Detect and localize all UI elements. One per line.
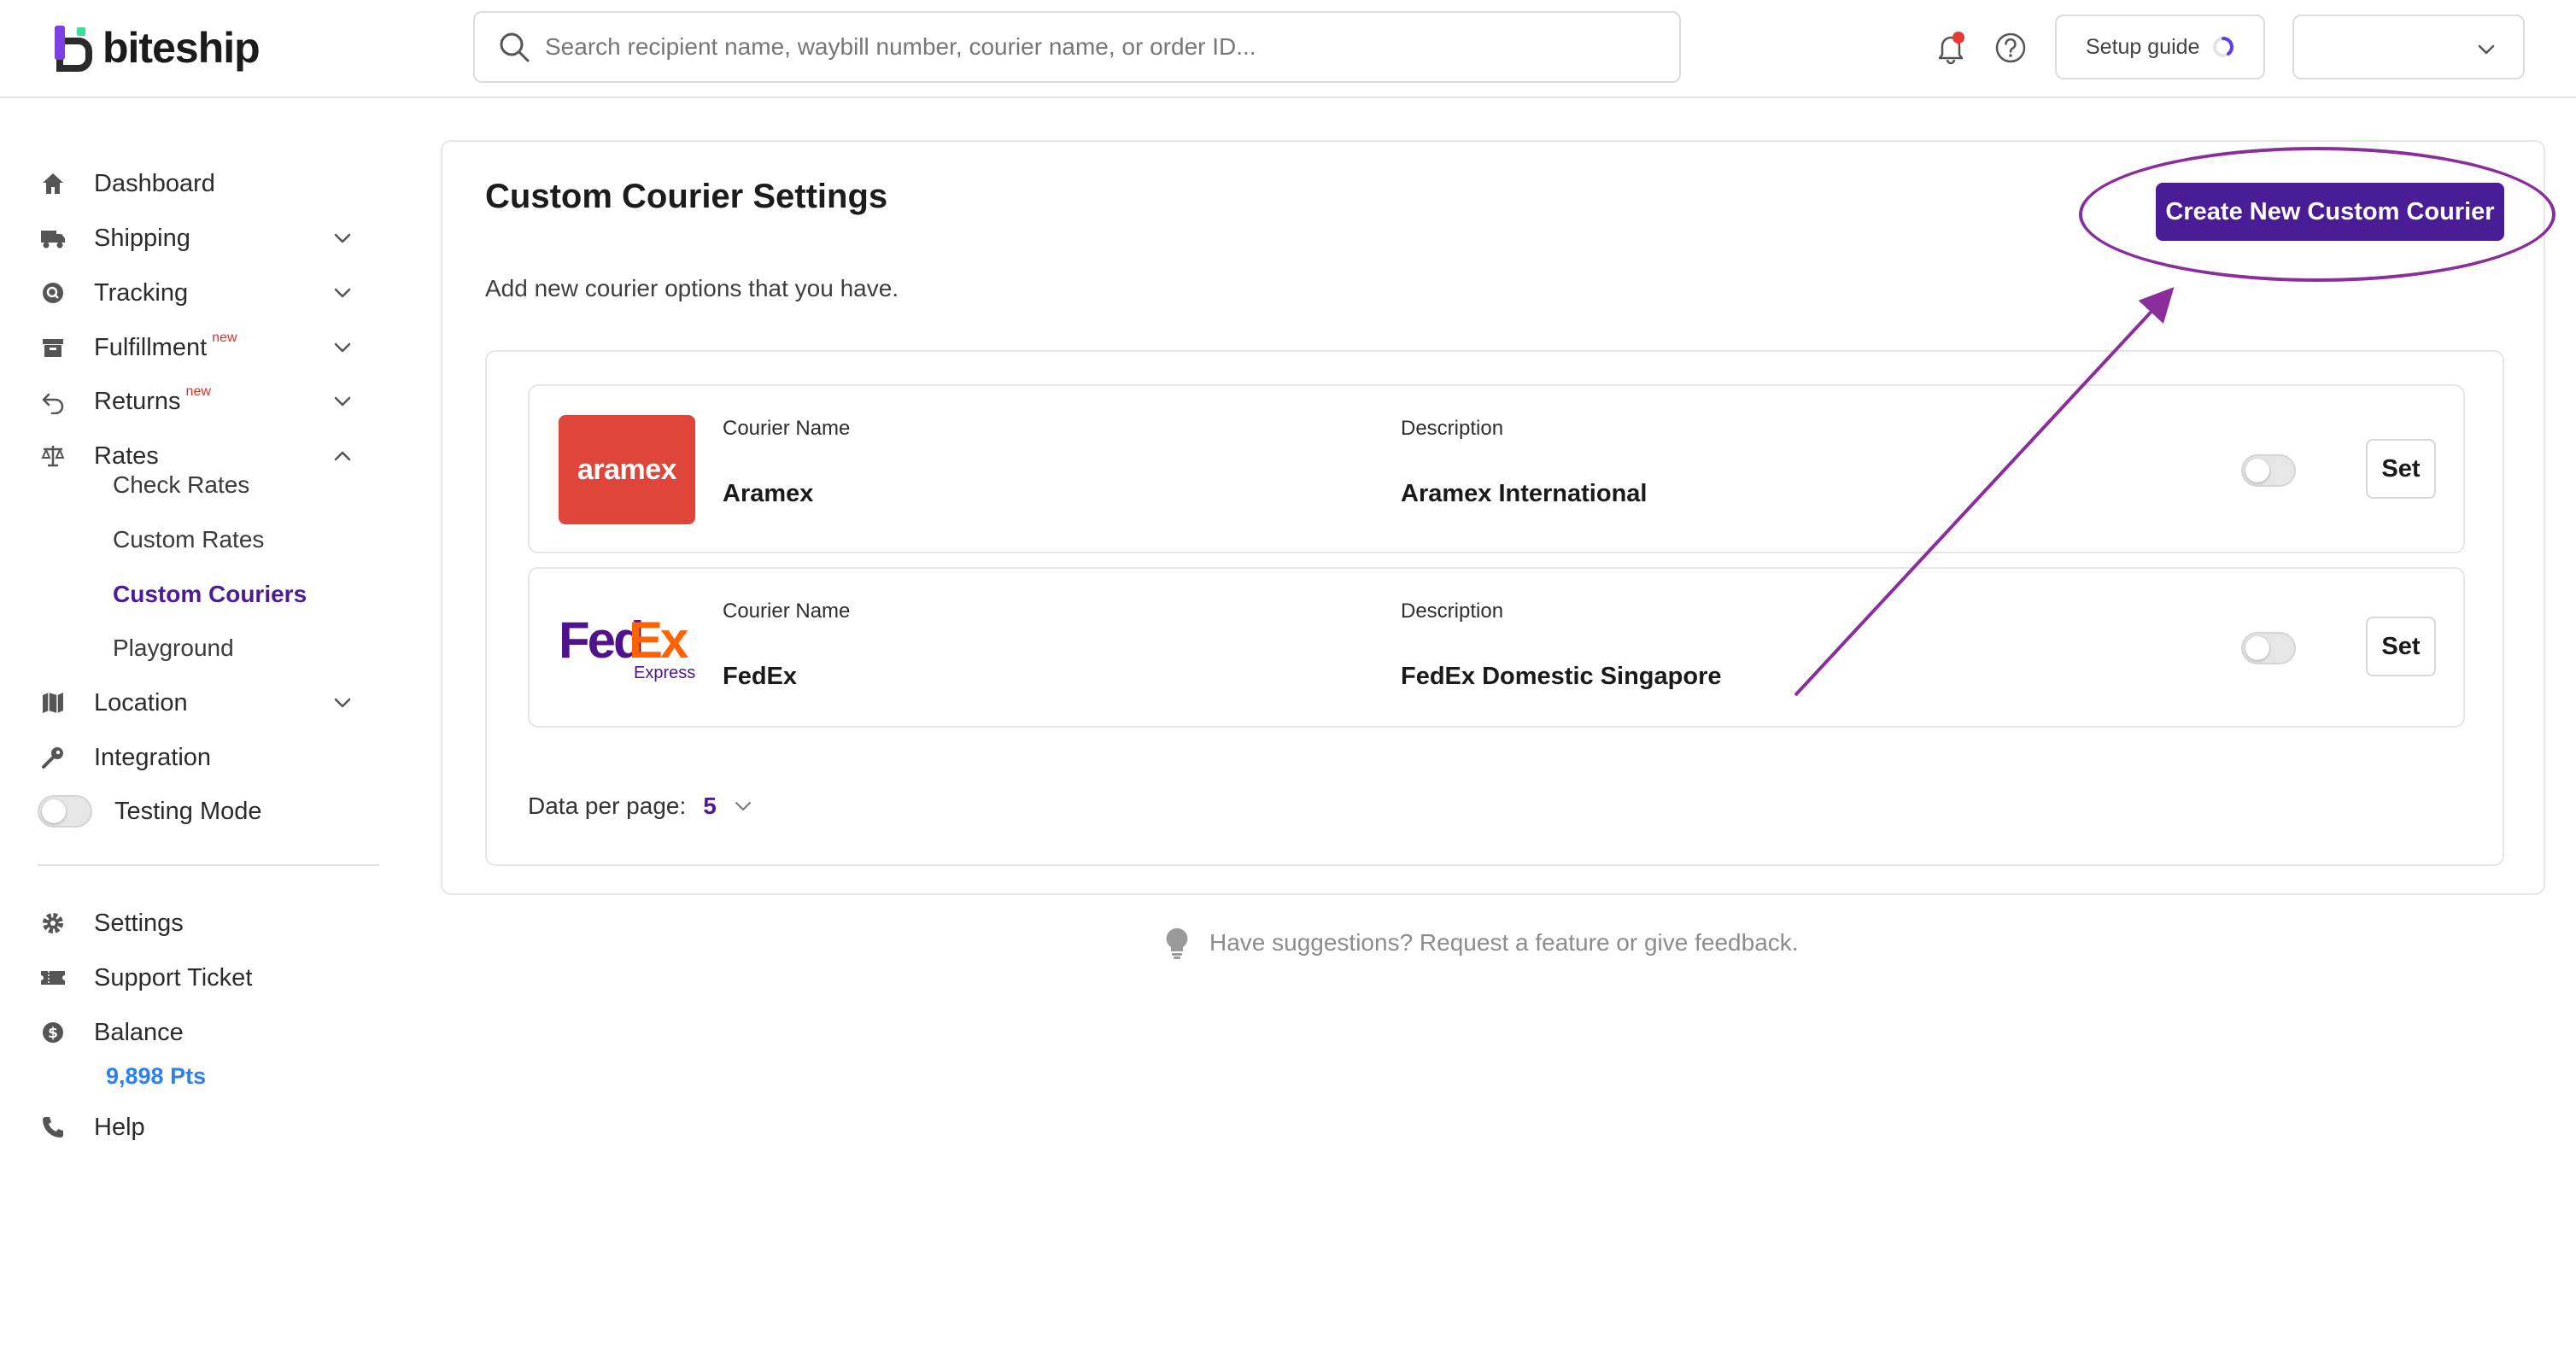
sidebar-item-integration[interactable]: Integration: [38, 734, 362, 781]
chevron-up-icon: [334, 451, 351, 461]
sidebar-item-balance[interactable]: $ Balance: [38, 1009, 362, 1056]
balance-points: 9,898 Pts: [106, 1063, 207, 1089]
testing-mode-label: Testing Mode: [114, 797, 262, 825]
sidebar-subitem-custom-couriers[interactable]: Custom Couriers: [113, 573, 307, 616]
sidebar-item-label: Integration: [94, 743, 212, 771]
new-badge: new: [212, 331, 237, 345]
tracking-icon: [38, 278, 68, 308]
per-page-label: Data per page:: [528, 793, 687, 819]
new-badge: new: [185, 384, 211, 399]
ticket-icon: [38, 962, 68, 993]
feedback-text: Have suggestions? Request a feature or g…: [1209, 929, 1799, 956]
courier-name-value: Aramex: [723, 480, 814, 507]
chevron-down-icon: [735, 802, 751, 810]
per-page-value: 5: [703, 793, 717, 819]
brand-name: biteship: [102, 24, 261, 72]
description-value: Aramex International: [1401, 480, 1648, 507]
archive-box-icon: [38, 332, 68, 363]
create-custom-courier-button[interactable]: Create New Custom Courier: [2156, 183, 2504, 241]
notification-bell-icon[interactable]: [1932, 29, 1970, 67]
custom-courier-card: Custom Courier Settings Add new courier …: [441, 140, 2545, 895]
sidebar-item-shipping[interactable]: Shipping: [38, 214, 362, 262]
sidebar-item-label: Balance: [94, 1018, 184, 1046]
chevron-down-icon: [334, 698, 351, 708]
map-icon: [38, 687, 68, 718]
fedex-logo-sub: Express: [634, 664, 696, 682]
sidebar: Dashboard Shipping Tracking Fulfillment …: [0, 100, 401, 1363]
courier-row: Fed Ex Express Courier Name FedEx Descri…: [528, 567, 2465, 728]
feedback-link[interactable]: Have suggestions? Request a feature or g…: [1162, 926, 1799, 960]
sidebar-item-settings[interactable]: Settings: [38, 899, 362, 947]
chevron-down-icon: [334, 233, 351, 243]
chevron-down-icon: [334, 288, 351, 298]
sidebar-item-label: Help: [94, 1113, 145, 1141]
top-header: biteship Setup guide: [0, 0, 2576, 98]
courier-row: aramex Courier Name Aramex Description A…: [528, 384, 2465, 553]
description-value: FedEx Domestic Singapore: [1401, 663, 1722, 690]
home-icon: [38, 168, 68, 199]
search-input[interactable]: [545, 33, 1655, 61]
sidebar-item-dashboard[interactable]: Dashboard: [38, 160, 362, 208]
sidebar-subitem-custom-rates[interactable]: Custom Rates: [113, 518, 264, 561]
sidebar-item-label: Returns: [94, 387, 181, 415]
pagination-size[interactable]: Data per page: 5: [528, 793, 754, 820]
biteship-logo-icon: [51, 24, 94, 72]
set-button[interactable]: Set: [2366, 439, 2436, 499]
sidebar-item-label: Shipping: [94, 224, 190, 252]
courier-name-label: Courier Name: [723, 417, 851, 440]
phone-icon: [38, 1112, 68, 1143]
aramex-logo-text: aramex: [577, 453, 677, 486]
setup-guide-label: Setup guide: [2086, 34, 2200, 59]
sidebar-subitem-playground[interactable]: Playground: [113, 627, 234, 670]
scale-icon: [38, 441, 68, 471]
description-label: Description: [1401, 600, 1504, 623]
key-icon: [38, 742, 68, 773]
description-label: Description: [1401, 417, 1504, 440]
fedex-logo-ex: Ex: [629, 611, 688, 669]
sidebar-item-help[interactable]: Help: [38, 1103, 362, 1151]
search-bar[interactable]: [473, 11, 1681, 83]
sidebar-item-label: Dashboard: [94, 169, 215, 197]
sidebar-item-label: Support Ticket: [94, 963, 253, 992]
brand-logo[interactable]: biteship: [51, 22, 261, 73]
sidebar-subitem-check-rates[interactable]: Check Rates: [113, 464, 249, 506]
sidebar-divider: [38, 864, 379, 866]
sidebar-item-label: Settings: [94, 909, 184, 937]
dollar-coin-icon: $: [38, 1017, 68, 1048]
page-subtitle: Add new courier options that you have.: [485, 275, 899, 301]
svg-text:$: $: [48, 1025, 58, 1042]
courier-list: aramex Courier Name Aramex Description A…: [485, 350, 2504, 866]
sidebar-item-fulfillment[interactable]: Fulfillment new: [38, 324, 362, 371]
courier-enable-toggle[interactable]: [2241, 454, 2296, 487]
sidebar-item-support-ticket[interactable]: Support Ticket: [38, 954, 362, 1002]
fedex-logo: Fed Ex Express: [559, 594, 695, 704]
sidebar-item-label: Tracking: [94, 278, 189, 307]
sidebar-item-label: Location: [94, 688, 188, 717]
progress-ring-icon: [2213, 37, 2234, 57]
sidebar-item-tracking[interactable]: Tracking: [38, 269, 362, 317]
truck-icon: [38, 223, 68, 254]
chevron-down-icon: [2478, 44, 2495, 55]
lightbulb-icon: [1166, 927, 1188, 959]
testing-mode-toggle[interactable]: [38, 795, 92, 828]
testing-mode-row: Testing Mode: [38, 795, 262, 828]
return-arrow-icon: [38, 386, 68, 417]
chevron-down-icon: [334, 396, 351, 407]
page-title: Custom Courier Settings: [485, 178, 888, 215]
sidebar-item-location[interactable]: Location: [38, 679, 362, 727]
account-dropdown[interactable]: [2292, 15, 2525, 79]
sidebar-item-label: Fulfillment: [94, 333, 208, 361]
courier-enable-toggle[interactable]: [2241, 632, 2296, 664]
search-icon: [500, 32, 530, 62]
setup-guide-button[interactable]: Setup guide: [2055, 15, 2265, 79]
set-button[interactable]: Set: [2366, 617, 2436, 676]
gear-icon: [38, 908, 68, 939]
chevron-down-icon: [334, 342, 351, 353]
aramex-logo: aramex: [559, 415, 695, 524]
sidebar-item-returns[interactable]: Returns new: [38, 377, 362, 425]
fedex-wordmark: Fed Ex Express: [559, 611, 695, 687]
help-icon[interactable]: [1993, 31, 2028, 65]
courier-name-value: FedEx: [723, 663, 798, 690]
courier-name-label: Courier Name: [723, 600, 851, 623]
